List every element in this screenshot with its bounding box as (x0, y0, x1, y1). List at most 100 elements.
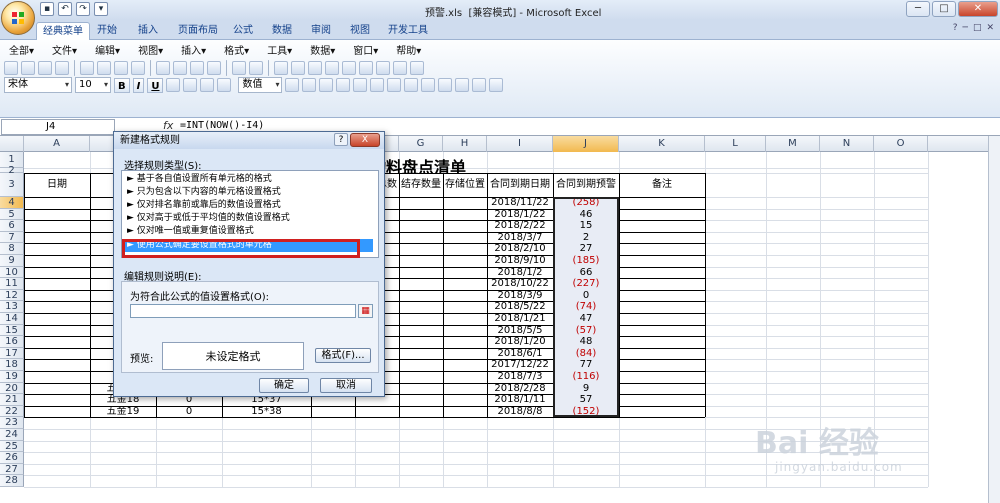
help-icon[interactable] (489, 78, 504, 92)
header-cell[interactable]: 日期 (24, 173, 90, 197)
research-icon[interactable] (131, 61, 145, 75)
date-cell[interactable]: 2018/5/5 (487, 325, 553, 337)
currency-icon[interactable] (285, 78, 300, 92)
preview-icon[interactable] (97, 61, 111, 75)
help-icon[interactable] (410, 61, 424, 75)
chart-icon[interactable] (359, 61, 373, 75)
row-header[interactable]: 24 (0, 429, 24, 441)
select-all-corner[interactable] (0, 136, 24, 152)
date-cell[interactable]: 2018/9/10 (487, 255, 553, 267)
column-header[interactable]: I (487, 136, 553, 152)
italic-button[interactable]: I (132, 77, 145, 93)
row-header[interactable]: 4 (0, 197, 24, 209)
comma-icon[interactable] (319, 78, 334, 92)
hyperlink-icon[interactable] (274, 61, 288, 75)
row-header[interactable]: 28 (0, 475, 24, 487)
menu-file[interactable]: 文件▾ (43, 42, 86, 57)
date-cell[interactable]: 2018/2/28 (487, 383, 553, 395)
row-header[interactable]: 16 (0, 336, 24, 348)
autosum-icon[interactable] (291, 61, 305, 75)
borders-icon[interactable] (404, 78, 419, 92)
copy-icon[interactable] (173, 61, 187, 75)
merge-center-icon[interactable] (217, 78, 232, 92)
ribbon-restore-icon[interactable]: □ (973, 23, 982, 33)
row-header[interactable]: 21 (0, 394, 24, 406)
date-cell[interactable]: 2018/6/1 (487, 348, 553, 360)
decrease-indent-icon[interactable] (370, 78, 385, 92)
function-icon[interactable] (308, 61, 322, 75)
column-header[interactable]: J (553, 136, 619, 152)
align-right-icon[interactable] (200, 78, 215, 92)
collapse-dialog-icon[interactable]: ▦ (358, 304, 373, 318)
close-button[interactable]: ✕ (958, 1, 998, 17)
rule-item[interactable]: ► 只为包含以下内容的单元格设置格式 (123, 186, 373, 199)
row-header[interactable]: 6 (0, 220, 24, 232)
cut-icon[interactable] (156, 61, 170, 75)
date-cell[interactable]: 2018/11/22 (487, 197, 553, 209)
redo-icon[interactable]: ↷ (76, 2, 90, 16)
font-size-select[interactable]: 10 (75, 77, 111, 93)
column-header[interactable]: O (874, 136, 928, 152)
ribbon-close-icon[interactable]: ✕ (986, 23, 994, 33)
date-cell[interactable]: 2017/12/22 (487, 359, 553, 371)
maximize-button[interactable]: □ (932, 1, 956, 17)
format-painter-icon[interactable] (207, 61, 221, 75)
tab-formulas[interactable]: 公式 (233, 22, 253, 40)
tab-page-layout[interactable]: 页面布局 (178, 22, 218, 40)
date-cell[interactable]: 2018/1/21 (487, 313, 553, 325)
redo-icon[interactable] (249, 61, 263, 75)
row-header[interactable]: 14 (0, 313, 24, 325)
row-header[interactable]: 10 (0, 266, 24, 279)
date-cell[interactable]: 2018/2/22 (487, 220, 553, 232)
header-cell[interactable]: 备注 (619, 173, 705, 197)
menu-view[interactable]: 视图▾ (129, 42, 172, 57)
date-cell[interactable]: 2018/1/20 (487, 336, 553, 348)
row-header[interactable]: 5 (0, 208, 24, 221)
column-header[interactable]: M (766, 136, 820, 152)
tab-home[interactable]: 开始 (97, 22, 117, 40)
menu-format[interactable]: 格式▾ (215, 42, 258, 57)
tab-classic-menu[interactable]: 经典菜单 (36, 22, 90, 40)
menu-insert[interactable]: 插入▾ (172, 42, 215, 57)
styles-icon[interactable] (455, 78, 470, 92)
menu-all[interactable]: 全部▾ (0, 42, 43, 57)
font-color-icon[interactable] (438, 78, 453, 92)
dialog-help-button[interactable]: ? (334, 133, 348, 146)
row-header[interactable]: 27 (0, 463, 24, 476)
column-header[interactable]: H (443, 136, 487, 152)
date-cell[interactable]: 2018/5/22 (487, 301, 553, 313)
undo-icon[interactable]: ↶ (58, 2, 72, 16)
row-header[interactable]: 17 (0, 347, 24, 360)
formula-input[interactable]: =INT(NOW()-I4) (180, 120, 264, 131)
row-header[interactable]: 12 (0, 289, 24, 302)
row-header[interactable]: 20 (0, 382, 24, 395)
rule-formula-input[interactable] (130, 304, 356, 318)
row-header[interactable]: 8 (0, 243, 24, 255)
row-header[interactable]: 22 (0, 405, 24, 418)
tab-insert[interactable]: 插入 (138, 22, 158, 40)
format-button[interactable]: 格式(F)... (315, 348, 371, 363)
menu-window[interactable]: 窗口▾ (344, 42, 387, 57)
date-cell[interactable]: 2018/7/3 (487, 371, 553, 383)
tab-developer[interactable]: 开发工具 (388, 22, 428, 40)
tab-data[interactable]: 数据 (272, 22, 292, 40)
header-cell[interactable]: 存储位置 (443, 173, 487, 197)
print-icon[interactable] (80, 61, 94, 75)
cell[interactable]: 五金19 (90, 406, 156, 418)
customize-qat-icon[interactable]: ▾ (94, 2, 108, 16)
menu-help[interactable]: 帮助▾ (387, 42, 430, 57)
number-format-select[interactable]: 数值 (238, 77, 283, 93)
find-icon[interactable] (472, 78, 487, 92)
fill-color-icon[interactable] (421, 78, 436, 92)
date-cell[interactable]: 2018/10/22 (487, 278, 553, 290)
increase-indent-icon[interactable] (387, 78, 402, 92)
header-cell[interactable]: 合同到期日期 (487, 173, 553, 197)
row-header[interactable]: 13 (0, 301, 24, 313)
rule-item[interactable]: ► 仅对排名靠前或靠后的数值设置格式 (123, 199, 373, 212)
font-name-select[interactable]: 宋体 (4, 77, 72, 93)
row-header[interactable]: 25 (0, 440, 24, 453)
zoom-icon[interactable] (393, 61, 407, 75)
align-left-icon[interactable] (166, 78, 181, 92)
menu-data[interactable]: 数据▾ (301, 42, 344, 57)
tab-review[interactable]: 审阅 (311, 22, 331, 40)
